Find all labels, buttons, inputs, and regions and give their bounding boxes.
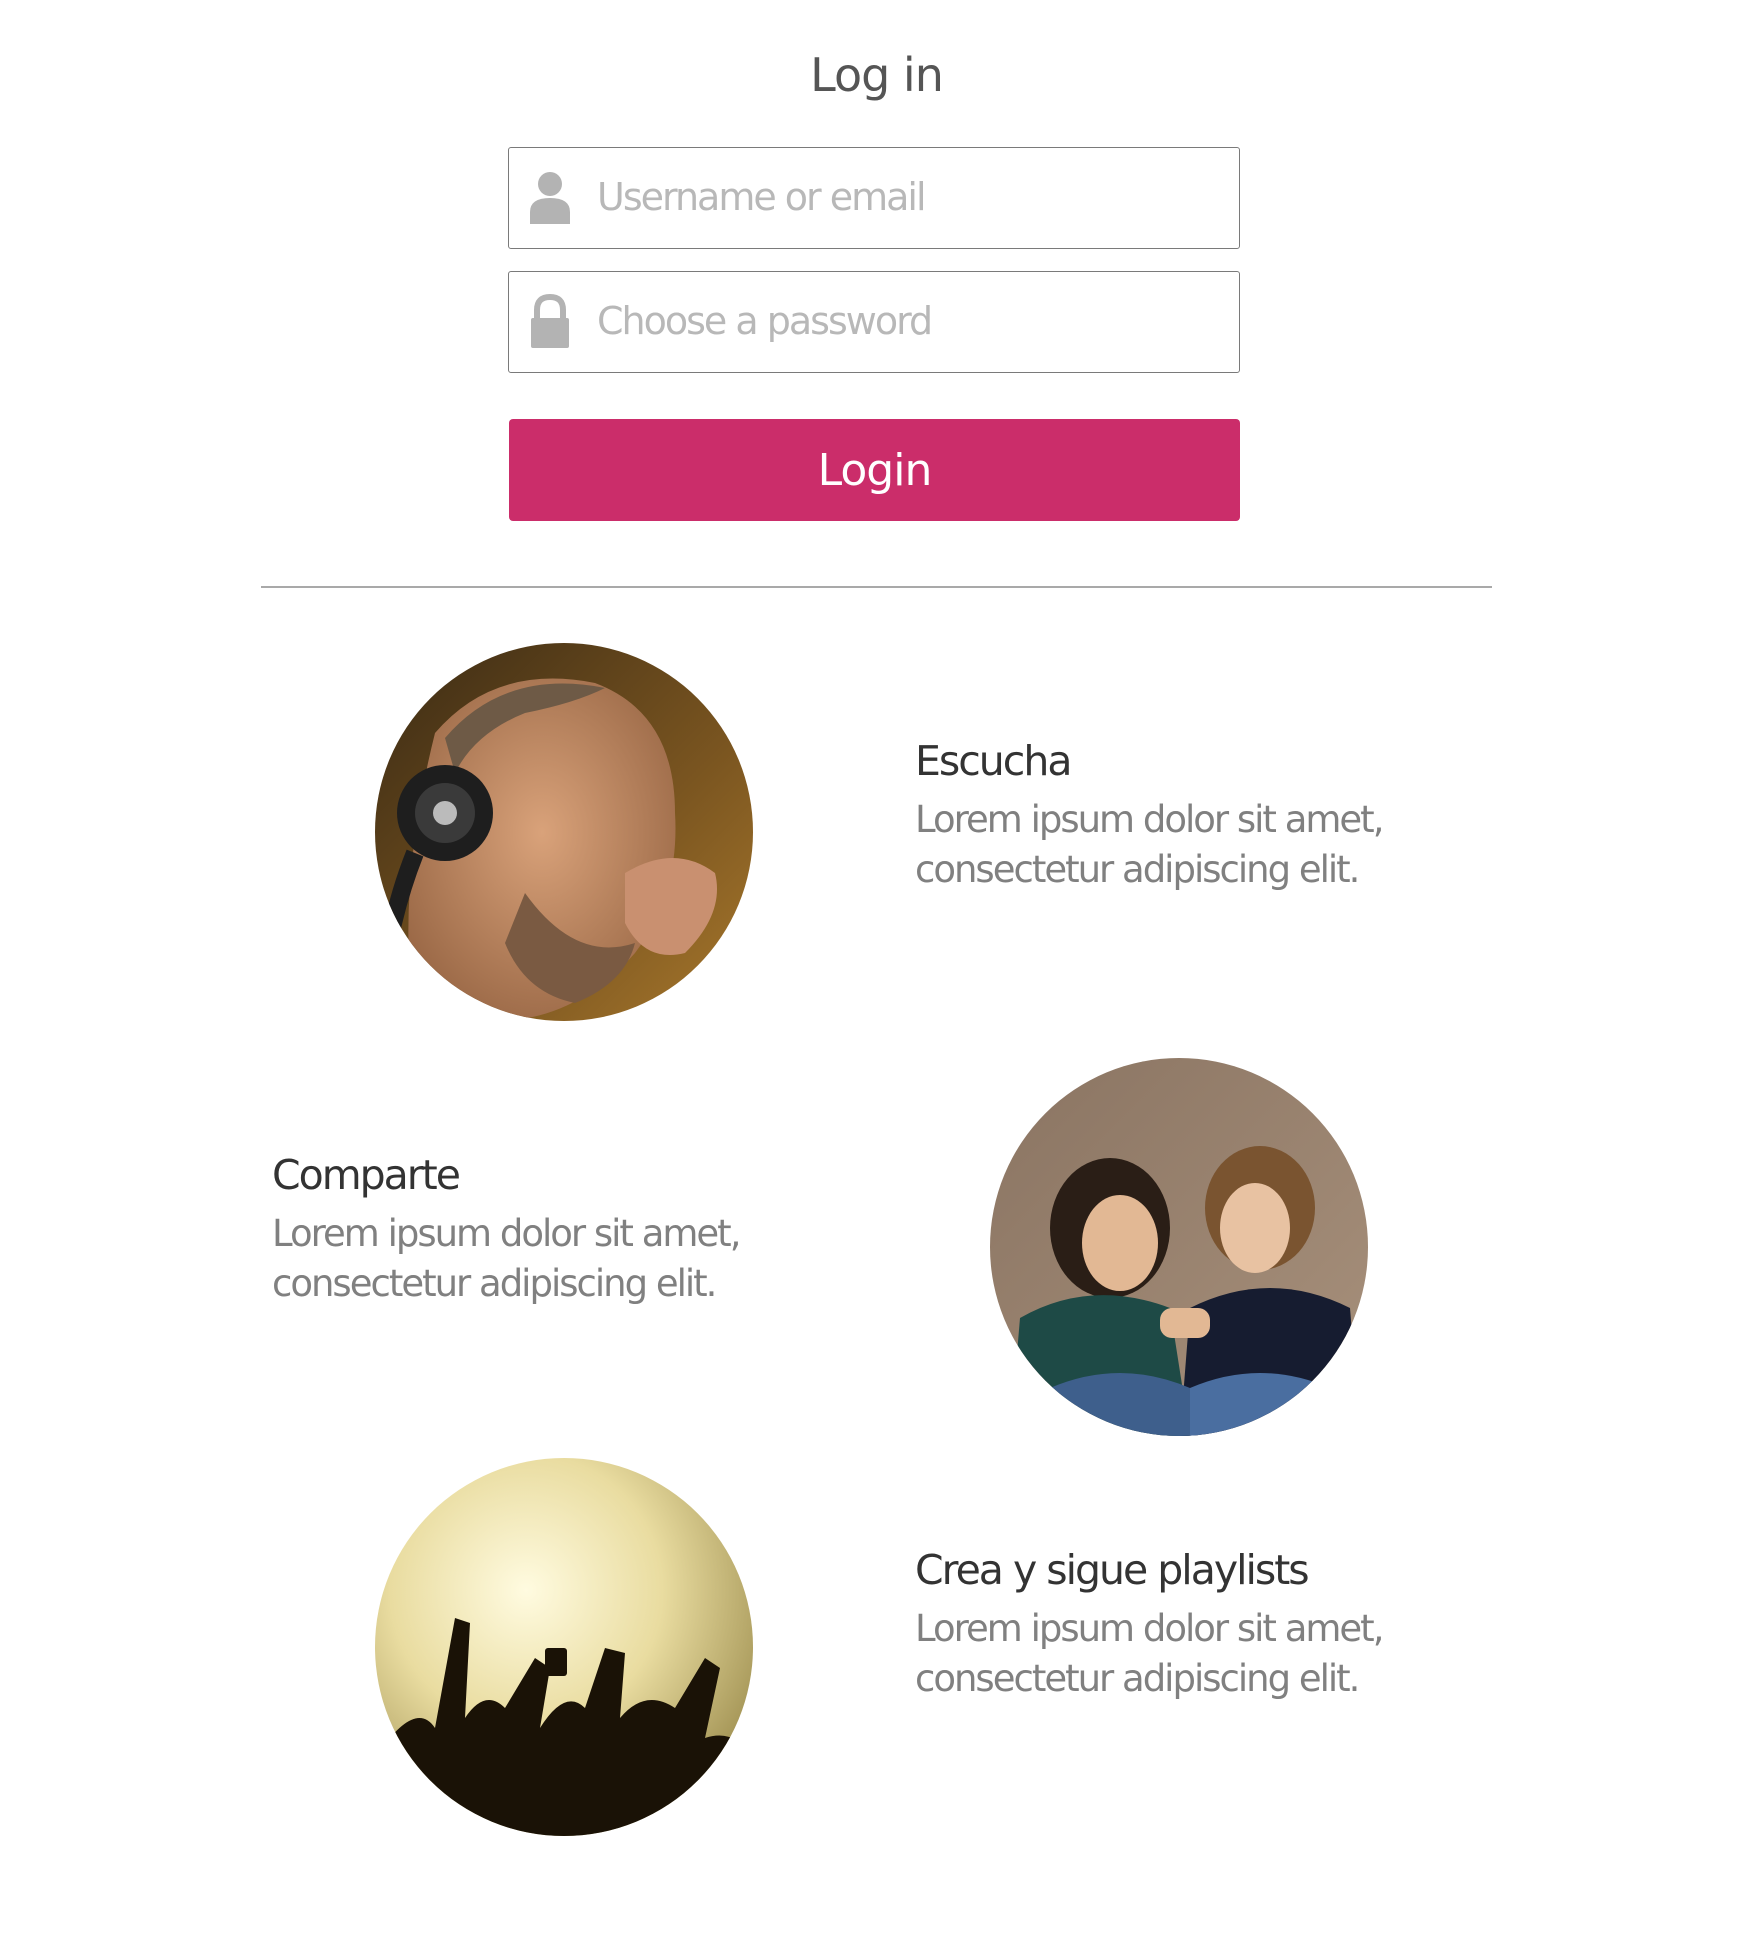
feature-description-line: consectetur adipiscing elit. [915,1657,1360,1700]
feature-description-line: Lorem ipsum dolor sit amet, [915,1607,1384,1650]
concert-crowd-photo [375,1458,753,1836]
feature-description-line: Lorem ipsum dolor sit amet, [915,798,1384,841]
man-with-headphones-photo [375,643,753,1021]
feature-description: Lorem ipsum dolor sit amet, consectetur … [915,1604,1435,1704]
feature-title: Escucha [915,737,1072,785]
feature-share: Comparte Lorem ipsum dolor sit amet, con… [272,1151,792,1309]
username-input[interactable] [597,148,1217,246]
feature-description-line: consectetur adipiscing elit. [272,1262,717,1305]
password-field[interactable] [508,271,1240,373]
feature-description: Lorem ipsum dolor sit amet, consectetur … [272,1209,792,1309]
login-button[interactable]: Login [509,419,1240,521]
username-field[interactable] [508,147,1240,249]
feature-description: Lorem ipsum dolor sit amet, consectetur … [915,795,1435,895]
feature-title: Comparte [272,1151,461,1199]
user-icon [530,172,570,224]
feature-title: Crea y sigue playlists [915,1546,1310,1594]
two-friends-sharing-earphones-photo [990,1058,1368,1436]
divider [261,586,1492,588]
page-title: Log in [810,48,944,102]
password-input[interactable] [597,272,1217,370]
login-page: Log in Login [0,0,1753,1946]
lock-icon [531,294,569,348]
feature-playlists: Crea y sigue playlists Lorem ipsum dolor… [915,1546,1435,1704]
feature-description-line: Lorem ipsum dolor sit amet, [272,1212,741,1255]
feature-description-line: consectetur adipiscing elit. [915,848,1360,891]
feature-listen: Escucha Lorem ipsum dolor sit amet, cons… [915,737,1435,895]
